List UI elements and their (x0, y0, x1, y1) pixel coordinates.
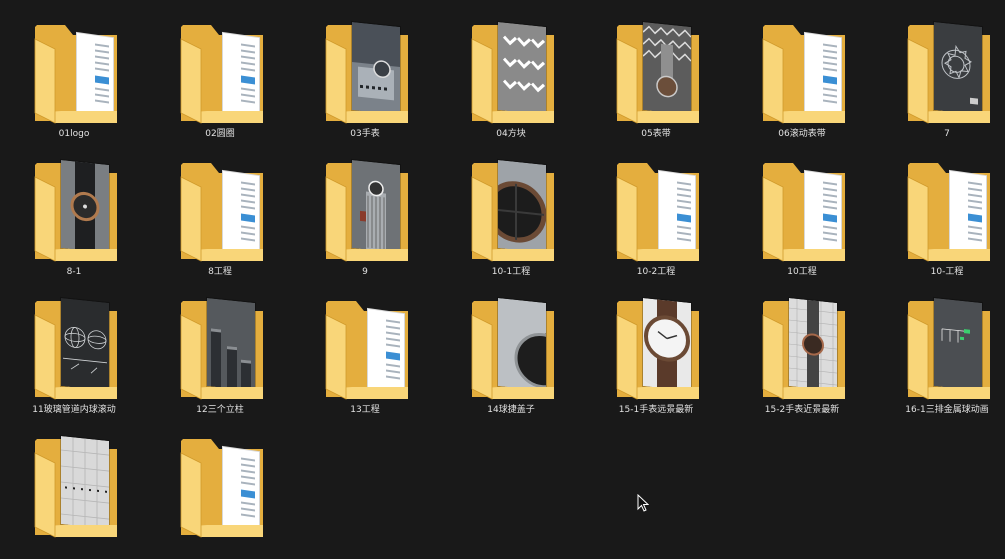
folder-front-icon (762, 176, 845, 262)
folder-item[interactable]: 10-2工程 (591, 151, 721, 283)
folder-item[interactable]: 14球捷盖子 (446, 289, 576, 421)
folder-front-icon (180, 314, 263, 400)
folder-name: 10工程 (787, 267, 817, 277)
folder-name: 15-1手表远景最新 (618, 405, 694, 415)
folder-front-icon (325, 38, 408, 124)
folder-front-icon (471, 176, 554, 262)
folder-item[interactable]: 04方块 (446, 13, 576, 145)
folder-name: 9 (362, 267, 368, 277)
folder-icon (761, 157, 847, 262)
folder-front-icon (616, 38, 699, 124)
folder-front-icon (180, 176, 263, 262)
folder-icon (33, 433, 119, 538)
folder-icon (615, 157, 701, 262)
folder-front-icon (180, 38, 263, 124)
folder-item[interactable]: 06滚动表带 (737, 13, 867, 145)
folder-icon (761, 295, 847, 400)
folder-item[interactable]: 15-1手表远景最新 (591, 289, 721, 421)
folder-front-icon (34, 452, 117, 538)
folder-item[interactable]: 12三个立柱 (155, 289, 285, 421)
folder-item[interactable]: 8-1 (9, 151, 139, 283)
folder-front-icon (325, 176, 408, 262)
folder-item[interactable]: 02圆圈 (155, 13, 285, 145)
folder-item[interactable]: 16-1三排金属球动画 (882, 289, 1005, 421)
folder-icon (761, 19, 847, 124)
folder-item[interactable]: 11玻璃管道内球滚动 (9, 289, 139, 421)
folder-front-icon (34, 38, 117, 124)
folder-icon (324, 295, 410, 400)
folder-name: 03手表 (350, 129, 380, 139)
folder-icon (470, 295, 556, 400)
folder-icon (33, 157, 119, 262)
folder-name: 10-工程 (930, 267, 964, 277)
folder-icon (179, 433, 265, 538)
folder-name: 12三个立柱 (196, 405, 244, 415)
folder-front-icon (762, 314, 845, 400)
folder-icon (33, 295, 119, 400)
folder-icon (324, 19, 410, 124)
folder-front-icon (34, 176, 117, 262)
folder-item[interactable]: 01logo (9, 13, 139, 145)
folder-name: 16-1三排金属球动画 (905, 405, 989, 415)
folder-item[interactable]: 9 (300, 151, 430, 283)
folder-front-icon (616, 314, 699, 400)
folder-name: 15-2手表近景最新 (764, 405, 840, 415)
folder-item[interactable]: 8工程 (155, 151, 285, 283)
folder-item[interactable]: 10工程 (737, 151, 867, 283)
folder-icon (33, 19, 119, 124)
folder-front-icon (34, 314, 117, 400)
folder-item[interactable]: 10-工程 (882, 151, 1005, 283)
folder-icon (324, 157, 410, 262)
file-grid: 01logo 02圆圈 03手表 04方块 05表带 06滚动表带 7 8-1 … (0, 0, 1005, 538)
folder-item[interactable]: 15-2手表近景最新 (737, 289, 867, 421)
folder-name: 06滚动表带 (778, 129, 826, 139)
folder-front-icon (471, 38, 554, 124)
folder-front-icon (325, 314, 408, 400)
mouse-cursor-icon (637, 494, 649, 512)
folder-icon (906, 295, 992, 400)
folder-name: 01logo (58, 129, 90, 139)
folder-name: 02圆圈 (205, 129, 235, 139)
folder-front-icon (762, 38, 845, 124)
folder-name: 04方块 (496, 129, 526, 139)
folder-name: 7 (944, 129, 950, 139)
folder-icon (470, 157, 556, 262)
folder-icon (179, 157, 265, 262)
folder-icon (615, 19, 701, 124)
folder-icon (179, 295, 265, 400)
folder-name: 11玻璃管道内球滚动 (32, 405, 116, 415)
folder-name: 14球捷盖子 (487, 405, 535, 415)
folder-name: 13工程 (350, 405, 380, 415)
folder-front-icon (907, 38, 990, 124)
folder-item[interactable] (155, 427, 285, 559)
folder-item[interactable]: 03手表 (300, 13, 430, 145)
folder-front-icon (907, 314, 990, 400)
folder-name: 8工程 (208, 267, 232, 277)
folder-icon (615, 295, 701, 400)
folder-item[interactable]: 7 (882, 13, 1005, 145)
folder-name: 10-2工程 (636, 267, 676, 277)
folder-icon (470, 19, 556, 124)
folder-item[interactable]: 05表带 (591, 13, 721, 145)
folder-item[interactable]: 13工程 (300, 289, 430, 421)
folder-front-icon (180, 452, 263, 538)
folder-name: 10-1工程 (491, 267, 531, 277)
folder-name: 05表带 (641, 129, 671, 139)
folder-front-icon (616, 176, 699, 262)
folder-item[interactable] (9, 427, 139, 559)
folder-item[interactable]: 10-1工程 (446, 151, 576, 283)
folder-name: 8-1 (66, 267, 82, 277)
folder-front-icon (471, 314, 554, 400)
folder-front-icon (907, 176, 990, 262)
folder-icon (906, 19, 992, 124)
folder-icon (179, 19, 265, 124)
folder-icon (906, 157, 992, 262)
